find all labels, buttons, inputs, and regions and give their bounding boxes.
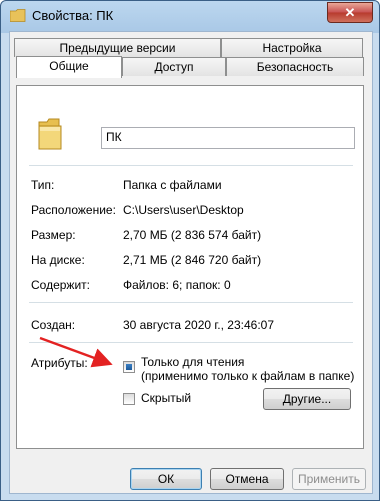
ok-button[interactable]: ОК (130, 468, 202, 490)
readonly-note: (применимо только к файлам в папке) (141, 369, 355, 383)
type-value: Папка с файлами (123, 178, 222, 192)
readonly-label: Только для чтения (141, 355, 245, 369)
tab-label: Настройка (262, 41, 322, 55)
type-label: Тип: (31, 178, 55, 192)
close-button[interactable]: ✕ (327, 2, 373, 23)
apply-button[interactable]: Применить (292, 468, 366, 490)
location-value: C:\Users\user\Desktop (123, 203, 244, 217)
properties-window: Свойства: ПК ✕ Предыдущие версии Настрой… (0, 0, 380, 501)
tab-label: Предыдущие версии (59, 41, 176, 55)
hidden-checkbox[interactable] (123, 393, 135, 405)
close-icon: ✕ (344, 5, 356, 20)
divider (29, 302, 353, 303)
folder-icon (10, 9, 26, 22)
dialog-body: Предыдущие версии Настройка Общие Доступ… (9, 31, 373, 494)
window-title: Свойства: ПК (32, 8, 114, 23)
size-on-disk-value: 2,71 МБ (2 846 720 байт) (123, 253, 262, 267)
hidden-label: Скрытый (141, 391, 192, 405)
location-label: Расположение: (31, 203, 116, 217)
title-bar[interactable]: Свойства: ПК ✕ (1, 1, 379, 31)
tab-label: Доступ (154, 60, 194, 74)
tab-previous-versions[interactable]: Предыдущие версии (14, 38, 221, 57)
cancel-button[interactable]: Отмена (210, 468, 284, 490)
tab-customize[interactable]: Настройка (221, 38, 363, 57)
tab-label: Общие (49, 59, 89, 73)
size-on-disk-label: На диске: (31, 253, 85, 267)
folder-large-icon (38, 118, 62, 150)
size-value: 2,70 МБ (2 836 574 байт) (123, 228, 262, 242)
tab-general[interactable]: Общие (16, 56, 122, 78)
divider (29, 342, 353, 343)
contains-label: Содержит: (31, 278, 90, 292)
tab-label: Безопасность (256, 60, 334, 74)
general-tab-panel: ПК Тип: Папка с файлами Расположение: C:… (16, 85, 364, 449)
attributes-label: Атрибуты: (31, 356, 88, 370)
contains-value: Файлов: 6; папок: 0 (123, 278, 231, 292)
advanced-button[interactable]: Другие... (263, 388, 351, 410)
readonly-checkbox[interactable] (123, 361, 135, 373)
created-label: Создан: (31, 318, 76, 332)
divider (29, 165, 353, 166)
size-label: Размер: (31, 228, 76, 242)
folder-name-input[interactable]: ПК (101, 127, 355, 149)
tab-sharing[interactable]: Доступ (122, 57, 226, 76)
created-value: 30 августа 2020 г., 23:46:07 (123, 318, 274, 332)
tab-security[interactable]: Безопасность (226, 57, 364, 76)
